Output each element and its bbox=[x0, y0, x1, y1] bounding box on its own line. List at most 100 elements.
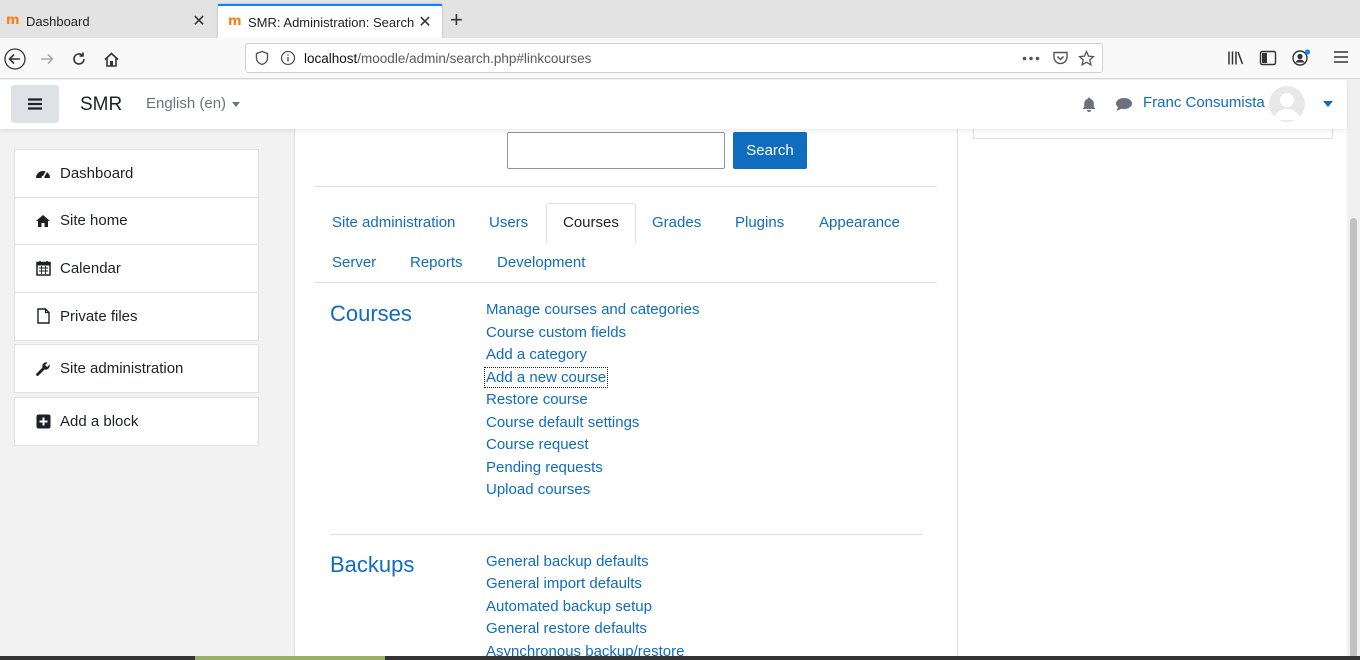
nav-item-dashboard[interactable]: Dashboard bbox=[15, 150, 258, 198]
section-title-backups[interactable]: Backups bbox=[330, 552, 414, 578]
back-arrow-icon bbox=[4, 48, 26, 70]
nav-item-label: Add a block bbox=[60, 413, 139, 430]
tab-plugins[interactable]: Plugins bbox=[735, 214, 784, 231]
url-bar[interactable]: localhost/moodle/admin/search.php#linkco… bbox=[245, 43, 1103, 73]
calendar-icon bbox=[35, 260, 51, 276]
taskbar-active-item bbox=[195, 656, 385, 660]
home-button[interactable] bbox=[98, 46, 124, 72]
nav-item-label: Site home bbox=[60, 212, 128, 230]
right-block-region bbox=[958, 129, 1347, 660]
hamburger-icon bbox=[28, 98, 42, 110]
link-general-import-defaults[interactable]: General import defaults bbox=[486, 575, 642, 592]
url-path: /moodle/admin/search.php#linkcourses bbox=[357, 50, 592, 66]
link-add-new-course[interactable]: Add a new course bbox=[483, 367, 609, 388]
browser-tab-bar: m Dashboard ✕ m SMR: Administration: Sea… bbox=[0, 0, 1360, 38]
add-block-button[interactable]: Add a block bbox=[15, 398, 258, 445]
scrollbar-thumb[interactable] bbox=[1350, 218, 1357, 658]
tab-server[interactable]: Server bbox=[332, 254, 376, 271]
nav-item-calendar[interactable]: Calendar bbox=[15, 245, 258, 293]
url-text: localhost/moodle/admin/search.php#linkco… bbox=[304, 51, 591, 66]
nav-item-label: Calendar bbox=[60, 259, 121, 277]
nav-item-site-home[interactable]: Site home bbox=[15, 198, 258, 245]
tab-courses[interactable]: Courses bbox=[546, 203, 636, 243]
close-icon[interactable]: ✕ bbox=[188, 11, 210, 31]
link-manage-courses[interactable]: Manage courses and categories bbox=[486, 301, 699, 318]
info-icon[interactable] bbox=[280, 50, 296, 66]
home-icon bbox=[35, 213, 51, 229]
sidebar-toggle-icon[interactable] bbox=[1259, 50, 1277, 66]
browser-tab-dashboard[interactable]: m Dashboard ✕ bbox=[0, 4, 216, 38]
browser-tab-title: Dashboard bbox=[26, 13, 90, 29]
link-add-category[interactable]: Add a category bbox=[486, 346, 587, 363]
reload-button[interactable] bbox=[66, 46, 92, 72]
nav-drawer-main-group: Dashboard Site home Calendar Private fil… bbox=[14, 149, 259, 341]
link-course-request[interactable]: Course request bbox=[486, 436, 589, 453]
tabs-divider bbox=[314, 282, 937, 283]
forward-button[interactable] bbox=[34, 46, 60, 72]
divider bbox=[314, 186, 937, 187]
link-restore-course[interactable]: Restore course bbox=[486, 391, 588, 408]
user-menu-caret-icon[interactable] bbox=[1323, 101, 1333, 107]
new-tab-button[interactable]: + bbox=[450, 9, 463, 31]
nav-item-label: Dashboard bbox=[60, 164, 134, 182]
link-general-restore-defaults[interactable]: General restore defaults bbox=[486, 620, 647, 637]
nav-item-label: Private files bbox=[60, 307, 138, 325]
language-menu[interactable]: English (en) bbox=[146, 95, 241, 112]
bookmark-star-icon[interactable] bbox=[1078, 50, 1095, 67]
pocket-icon[interactable] bbox=[1052, 50, 1069, 66]
home-icon bbox=[103, 51, 119, 67]
tab-site-administration[interactable]: Site administration bbox=[332, 214, 455, 231]
user-name[interactable]: Franc Consumista bbox=[1143, 94, 1265, 111]
user-avatar-icon bbox=[1274, 93, 1300, 120]
library-icon[interactable] bbox=[1227, 50, 1245, 66]
bell-icon[interactable] bbox=[1081, 96, 1097, 113]
admin-search-input[interactable] bbox=[507, 132, 725, 169]
forward-arrow-icon bbox=[41, 53, 54, 65]
link-automated-backup-setup[interactable]: Automated backup setup bbox=[486, 598, 652, 615]
link-pending-requests[interactable]: Pending requests bbox=[486, 459, 603, 476]
moodle-icon: m bbox=[6, 13, 20, 28]
more-actions-icon[interactable] bbox=[1022, 56, 1040, 61]
tab-grades[interactable]: Grades bbox=[652, 214, 701, 231]
right-block bbox=[973, 129, 1333, 139]
drawer-toggle-button[interactable] bbox=[11, 85, 59, 123]
tab-appearance[interactable]: Appearance bbox=[819, 214, 900, 231]
site-brand[interactable]: SMR bbox=[80, 94, 122, 116]
link-course-default-settings[interactable]: Course default settings bbox=[486, 414, 639, 431]
shield-icon[interactable] bbox=[254, 50, 270, 66]
tab-development[interactable]: Development bbox=[497, 254, 585, 271]
account-icon[interactable] bbox=[1291, 48, 1311, 68]
nav-drawer-block-group: Add a block bbox=[14, 397, 259, 446]
search-button[interactable]: Search bbox=[733, 132, 807, 169]
nav-drawer-admin-group: Site administration bbox=[14, 344, 259, 393]
wrench-icon bbox=[35, 361, 51, 377]
language-label: English (en) bbox=[146, 95, 227, 112]
browser-tab-admin-search[interactable]: m SMR: Administration: Search ✕ bbox=[218, 4, 442, 38]
tab-users[interactable]: Users bbox=[489, 214, 528, 231]
file-icon bbox=[35, 308, 51, 324]
chat-bubble-icon[interactable] bbox=[1115, 97, 1133, 112]
browser-tab-title: SMR: Administration: Search bbox=[248, 14, 414, 30]
taskbar-strip bbox=[0, 656, 1360, 660]
site-header: SMR English (en) Franc Consumista bbox=[0, 80, 1347, 129]
dashboard-icon bbox=[35, 165, 51, 181]
tab-reports[interactable]: Reports bbox=[410, 254, 463, 271]
menu-icon[interactable] bbox=[1333, 50, 1349, 64]
plus-square-icon bbox=[35, 414, 51, 430]
nav-item-private-files[interactable]: Private files bbox=[15, 293, 258, 341]
browser-nav-bar: localhost/moodle/admin/search.php#linkco… bbox=[0, 38, 1360, 79]
link-course-custom-fields[interactable]: Course custom fields bbox=[486, 324, 626, 341]
caret-down-icon bbox=[232, 101, 241, 107]
nav-item-label: Site administration bbox=[60, 360, 184, 377]
section-divider bbox=[330, 534, 923, 535]
close-icon[interactable]: ✕ bbox=[414, 12, 436, 32]
link-general-backup-defaults[interactable]: General backup defaults bbox=[486, 553, 649, 570]
url-host: localhost bbox=[304, 50, 358, 66]
back-button[interactable] bbox=[2, 46, 28, 72]
reload-icon bbox=[73, 52, 85, 65]
avatar[interactable] bbox=[1269, 86, 1305, 122]
nav-item-site-administration[interactable]: Site administration bbox=[15, 345, 258, 392]
moodle-icon: m bbox=[228, 14, 242, 29]
link-upload-courses[interactable]: Upload courses bbox=[486, 481, 590, 498]
section-title-courses[interactable]: Courses bbox=[330, 301, 412, 327]
